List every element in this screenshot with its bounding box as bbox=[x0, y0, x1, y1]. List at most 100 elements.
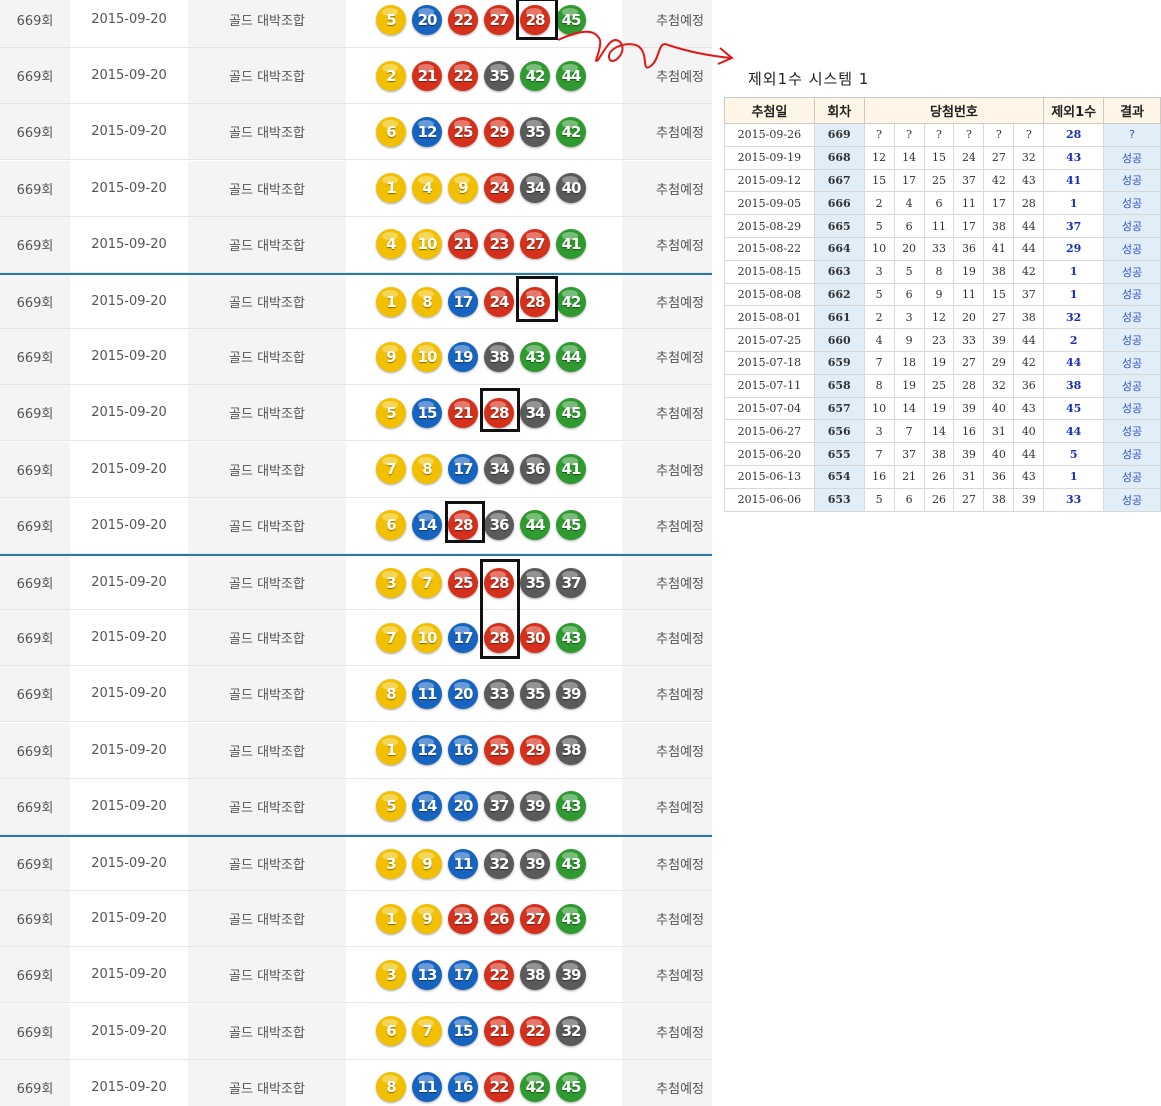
round-cell: 669회 bbox=[0, 104, 70, 160]
round-cell: 669회 bbox=[0, 722, 70, 778]
lotto-ball: 11 bbox=[412, 1072, 442, 1103]
excluded-number-cell: 1 bbox=[1043, 259, 1105, 284]
winning-number-cell: 15 bbox=[863, 168, 895, 193]
excluded-number-cell: 33 bbox=[1043, 487, 1105, 512]
lotto-ball: 4 bbox=[412, 173, 442, 204]
round-cell: 669회 bbox=[0, 275, 70, 328]
table-row: 2015-07-04 657 10 14 19 39 40 43 45 성공 bbox=[724, 396, 1161, 421]
combination-name-cell: 골드 대박조합 bbox=[188, 0, 346, 47]
lotto-ball: 22 bbox=[448, 4, 478, 35]
round-cell: 669회 bbox=[0, 947, 70, 1003]
winning-number-cell: 5 bbox=[863, 487, 895, 512]
lotto-balls-cell: 8 11 16 22 42 45 bbox=[346, 1059, 622, 1106]
lotto-combination-list: 669회 2015-09-20 골드 대박조합 5 20 22 27 28 45 추첨예정 669회… bbox=[0, 0, 712, 1106]
table-row: 669회 2015-09-20 골드 대박조합 1 12 16 25 29 38 추첨예정 bbox=[0, 722, 712, 779]
lotto-ball: 42 bbox=[556, 116, 586, 147]
winning-number-cell: 5 bbox=[863, 214, 895, 238]
lotto-ball: 26 bbox=[484, 903, 514, 934]
lotto-ball: 39 bbox=[520, 848, 550, 879]
winning-number-cell: 38 bbox=[1013, 305, 1045, 330]
lotto-ball: 29 bbox=[484, 116, 514, 147]
result-cell: 성공 bbox=[1103, 168, 1161, 193]
table-row: 2015-07-25 660 4 9 23 33 39 44 2 성공 bbox=[724, 328, 1161, 352]
winning-number-cell: 40 bbox=[983, 442, 1015, 466]
table-row: 2015-08-08 662 5 6 9 11 15 37 1 성공 bbox=[724, 282, 1161, 307]
winning-number-cell: 26 bbox=[923, 464, 955, 489]
draw-date-cell: 2015-07-11 bbox=[724, 373, 815, 398]
winning-number-cell: 25 bbox=[923, 168, 955, 193]
winning-number-cell: 43 bbox=[1013, 396, 1045, 421]
draw-date-cell: 2015-07-25 bbox=[724, 328, 815, 352]
lotto-ball: 38 bbox=[520, 959, 550, 990]
table-row: 2015-06-06 653 5 6 26 27 38 39 33 성공 bbox=[724, 487, 1161, 512]
table-row: 2015-08-01 661 2 3 12 20 27 38 32 성공 bbox=[724, 305, 1161, 330]
lotto-ball: 21 bbox=[448, 397, 478, 428]
lotto-ball: 5 bbox=[376, 4, 406, 35]
lotto-ball: 23 bbox=[448, 903, 478, 934]
lotto-ball: 5 bbox=[376, 397, 406, 428]
round-cell: 659 bbox=[813, 350, 865, 375]
date-cell: 2015-09-20 bbox=[70, 837, 188, 890]
lotto-ball: 43 bbox=[556, 622, 586, 653]
round-cell: 654 bbox=[813, 464, 865, 489]
winning-number-cell: 6 bbox=[893, 282, 925, 307]
round-cell: 669회 bbox=[0, 610, 70, 666]
lotto-ball: 6 bbox=[376, 116, 406, 147]
table-row: 669회 2015-09-20 골드 대박조합 5 15 21 28 34 45 추첨예정 bbox=[0, 385, 712, 442]
header-excluded: 제외1수 bbox=[1043, 97, 1105, 124]
lotto-ball: 4 bbox=[376, 229, 406, 260]
combination-name-cell: 골드 대박조합 bbox=[188, 48, 346, 104]
table-row: 2015-07-11 658 8 19 25 28 32 36 38 성공 bbox=[724, 373, 1161, 398]
result-cell: 성공 bbox=[1103, 191, 1161, 216]
result-cell: 성공 bbox=[1103, 305, 1161, 330]
winning-number-cell: 19 bbox=[923, 350, 955, 375]
winning-number-cell: 15 bbox=[923, 145, 955, 170]
table-row: 2015-08-15 663 3 5 8 19 38 42 1 성공 bbox=[724, 259, 1161, 284]
header-date: 추첨일 bbox=[724, 97, 815, 124]
winning-number-cell: 5 bbox=[863, 282, 895, 307]
lotto-ball: 3 bbox=[376, 959, 406, 990]
lotto-ball: 24 bbox=[484, 173, 514, 204]
round-cell: 669회 bbox=[0, 778, 70, 834]
lotto-ball: 27 bbox=[484, 4, 514, 35]
lotto-ball: 32 bbox=[556, 1016, 586, 1047]
lotto-ball: 23 bbox=[484, 229, 514, 260]
round-cell: 669회 bbox=[0, 385, 70, 441]
draw-status-cell: 추첨예정 bbox=[622, 610, 712, 666]
lotto-ball: 1 bbox=[376, 903, 406, 934]
lotto-ball: 10 bbox=[412, 229, 442, 260]
result-cell: 성공 bbox=[1103, 259, 1161, 284]
lotto-ball: 25 bbox=[448, 116, 478, 147]
table-row: 669회 2015-09-20 골드 대박조합 3 9 11 32 39 43 추첨예정 bbox=[0, 835, 712, 891]
winning-number-cell: 36 bbox=[953, 236, 985, 261]
winning-number-cell: 43 bbox=[1013, 168, 1045, 193]
lotto-ball: 39 bbox=[520, 791, 550, 822]
winning-number-cell: 21 bbox=[893, 464, 925, 489]
winning-number-cell: 3 bbox=[863, 259, 895, 284]
lotto-ball: 39 bbox=[556, 678, 586, 709]
draw-status-cell: 추첨예정 bbox=[622, 947, 712, 1003]
date-cell: 2015-09-20 bbox=[70, 556, 188, 609]
date-cell: 2015-09-20 bbox=[70, 722, 188, 778]
round-cell: 669회 bbox=[0, 837, 70, 890]
draw-date-cell: 2015-08-01 bbox=[724, 305, 815, 330]
draw-status-cell: 추첨예정 bbox=[622, 104, 712, 160]
date-cell: 2015-09-20 bbox=[70, 666, 188, 722]
lotto-ball: 22 bbox=[520, 1016, 550, 1047]
lotto-balls-cell: 7 8 17 34 36 41 bbox=[346, 441, 622, 497]
lotto-ball: 22 bbox=[484, 959, 514, 990]
result-cell: 성공 bbox=[1103, 396, 1161, 421]
lotto-ball: 24 bbox=[484, 286, 514, 317]
lotto-ball: 20 bbox=[448, 791, 478, 822]
round-cell: 669회 bbox=[0, 497, 70, 553]
draw-date-cell: 2015-06-13 bbox=[724, 464, 815, 489]
winning-number-cell: ? bbox=[863, 123, 895, 147]
header-round: 회차 bbox=[813, 97, 865, 124]
combination-name-cell: 골드 대박조합 bbox=[188, 497, 346, 553]
table-row: 669회 2015-09-20 골드 대박조합 8 11 16 22 42 45 추첨예정 bbox=[0, 1059, 712, 1106]
lotto-ball: 12 bbox=[412, 116, 442, 147]
excluded-number-cell: 1 bbox=[1043, 464, 1105, 489]
winning-number-cell: 32 bbox=[1013, 145, 1045, 170]
table-row: 669회 2015-09-20 골드 대박조합 6 12 25 29 35 42 추첨예정 bbox=[0, 104, 712, 161]
lotto-ball: 22 bbox=[484, 1072, 514, 1103]
